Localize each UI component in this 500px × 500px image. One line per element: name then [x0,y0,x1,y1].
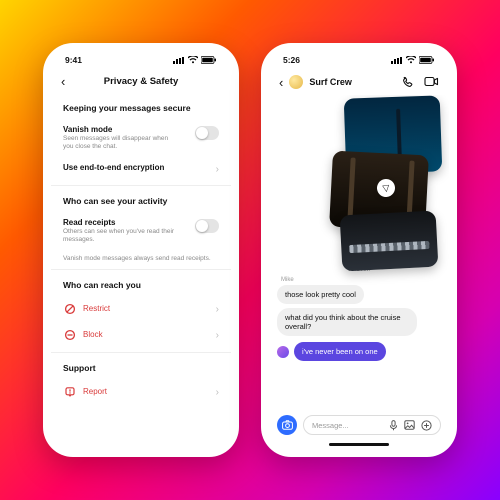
chevron-right-icon: › [216,165,219,175]
restrict-icon [63,303,77,315]
battery-icon [419,56,435,64]
message-placeholder: Message... [312,421,349,430]
note-text: Vanish mode messages always send read re… [63,255,219,263]
add-icon[interactable] [421,420,432,431]
divider [51,269,231,270]
divider [51,185,231,186]
toggle-vanish[interactable] [195,126,219,140]
chat-title[interactable]: Surf Crew [309,77,395,87]
chat-header: ‹ Surf Crew [269,69,449,95]
row-report[interactable]: Report › [63,379,219,405]
row-restrict[interactable]: Restrict › [63,296,219,322]
row-label: Vanish mode [63,125,175,134]
nav-bar: ‹ Privacy & Safety [51,69,231,93]
row-label: Report [83,387,216,396]
status-bar: 5:26 [269,51,449,69]
page-title: Privacy & Safety [104,76,178,87]
gallery-icon[interactable] [404,420,415,431]
call-icon[interactable] [401,76,414,89]
message-input[interactable]: Message... [303,415,441,435]
mic-icon[interactable] [389,420,398,431]
status-time: 5:26 [283,55,300,65]
chevron-right-icon: › [216,331,219,341]
toggle-read-receipts[interactable] [195,219,219,233]
phone-chat: 5:26 ‹ Surf Crew [261,43,457,457]
camera-button[interactable] [277,415,297,435]
signal-icon [173,57,185,64]
row-label: Block [83,330,216,339]
self-avatar [277,346,289,358]
row-sublabel: Seen messages will disappear when you cl… [63,135,175,151]
battery-icon [201,56,217,64]
row-sublabel: Others can see when you've read their me… [63,228,175,244]
back-button[interactable]: ‹ [61,75,65,88]
row-block[interactable]: Block › [63,322,219,348]
incoming-bubble[interactable]: what did you think about the cruise over… [277,308,417,336]
outgoing-bubble[interactable]: i've never been on one [294,342,386,361]
row-e2e-encryption[interactable]: Use end-to-end encryption › [63,157,219,181]
video-icon[interactable] [424,76,439,89]
block-icon [63,329,77,341]
wifi-icon [406,56,416,64]
photo-stack[interactable]: ▽ [329,97,441,257]
status-bar: 9:41 [51,51,231,69]
row-vanish-mode[interactable]: Vanish mode Seen messages will disappear… [63,119,219,157]
photo-card[interactable] [340,211,439,272]
sender-name: Mike [281,277,441,283]
composer: Message... [269,413,449,441]
signal-icon [391,57,403,64]
chevron-right-icon: › [216,388,219,398]
chevron-right-icon: › [216,305,219,315]
row-label: Use end-to-end encryption [63,163,196,172]
section-heading-reach: Who can reach you [63,280,219,290]
report-icon [63,386,77,398]
phone-settings: 9:41 ‹ Privacy & Safety Keeping your mes… [43,43,239,457]
back-button[interactable]: ‹ [279,75,283,90]
divider [51,352,231,353]
wifi-icon [188,56,198,64]
incoming-bubble[interactable]: those look pretty cool [277,285,364,304]
status-time: 9:41 [65,55,82,65]
section-heading-secure: Keeping your messages secure [63,103,219,113]
row-label: Restrict [83,304,216,313]
chat-body[interactable]: ▽ 9:41 AM Mike those look pretty cool wh… [269,95,449,413]
row-read-receipts[interactable]: Read receipts Others can see when you've… [63,212,219,250]
home-indicator [269,441,449,449]
section-heading-support: Support [63,363,219,373]
row-label: Read receipts [63,218,175,227]
avatar[interactable] [289,75,303,89]
section-heading-activity: Who can see your activity [63,196,219,206]
